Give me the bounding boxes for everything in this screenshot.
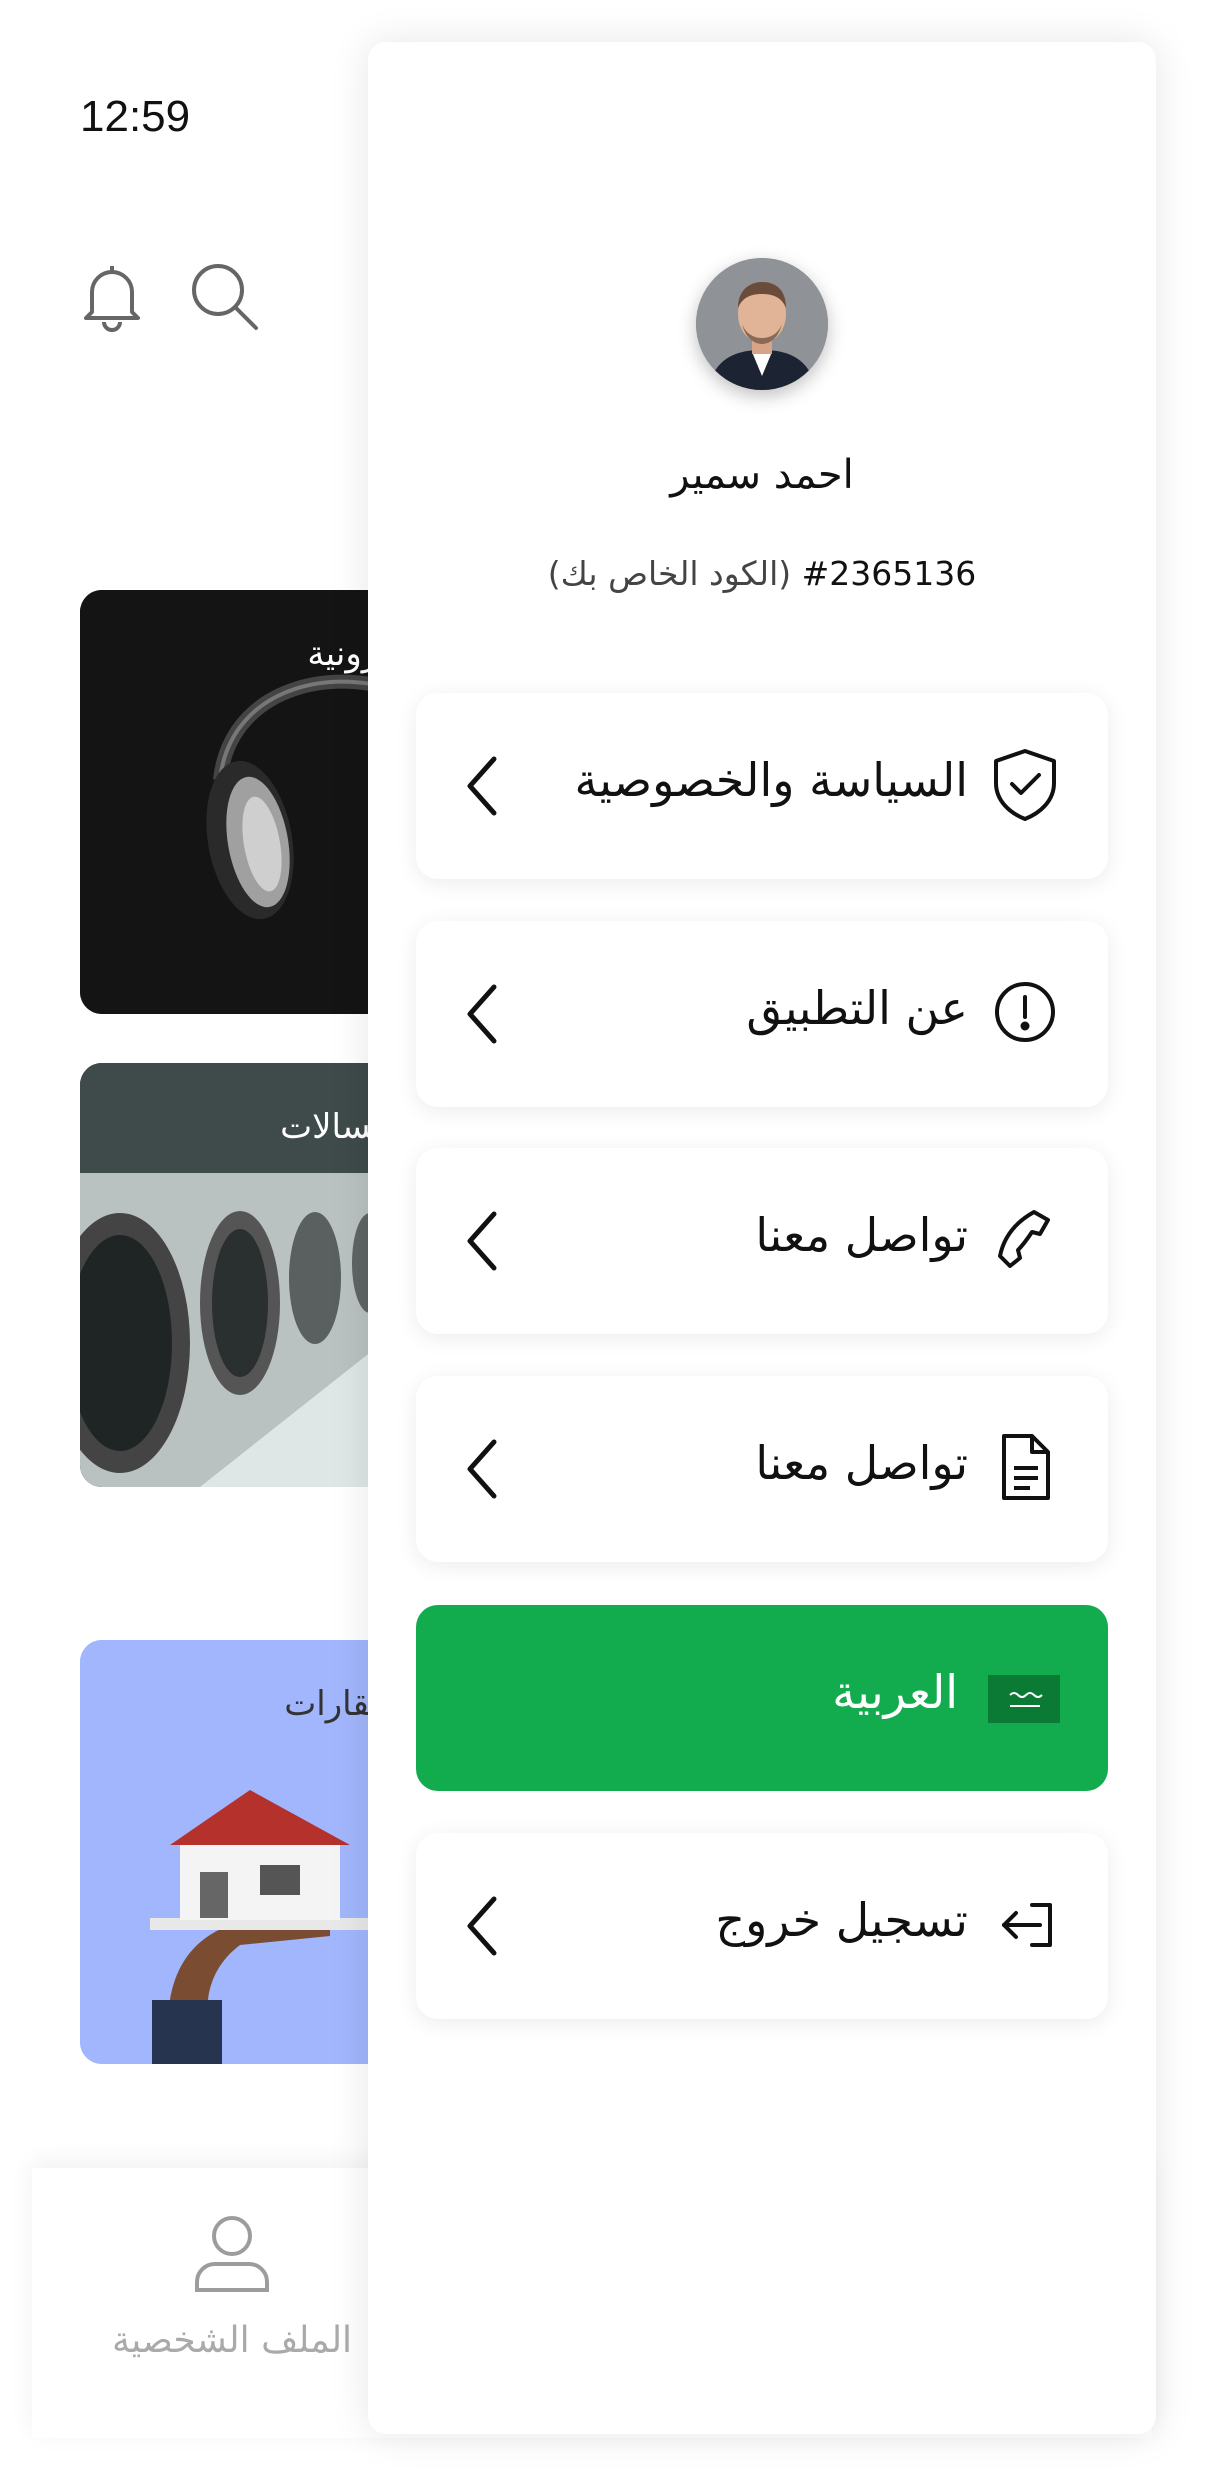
menu-item-logout[interactable]: تسجيل خروج <box>416 1833 1108 2019</box>
phone-icon <box>998 1210 1050 1268</box>
menu-item-label: السياسة والخصوصية <box>574 753 968 807</box>
logout-icon <box>1002 1903 1052 1947</box>
side-drawer: احمد سمير #2365136 (الكود الخاص بك) السي… <box>368 42 1156 2434</box>
user-code: #2365136 (الكود الخاص بك) <box>368 554 1156 593</box>
shield-check-icon <box>994 749 1056 821</box>
user-code-caption: (الكود الخاص بك) <box>547 554 792 593</box>
status-time: 12:59 <box>80 92 191 141</box>
user-name: احمد سمير <box>670 452 854 498</box>
menu-item-language-arabic[interactable]: العربية <box>416 1605 1108 1791</box>
profile-photo <box>696 258 828 390</box>
menu-item-label: عن التطبيق <box>746 981 968 1035</box>
saudi-flag-icon <box>988 1675 1060 1723</box>
chevron-left-icon <box>467 984 497 1044</box>
menu-item-contact-us-document[interactable]: تواصل معنا <box>416 1376 1108 1562</box>
bell-icon[interactable] <box>72 256 152 336</box>
nav-profile-label: الملف الشخصية <box>111 2320 353 2361</box>
nav-profile[interactable]: الملف الشخصية <box>82 2210 382 2361</box>
menu-item-label: تواصل معنا <box>755 1208 968 1262</box>
user-code-number: #2365136 <box>801 554 977 593</box>
menu-item-about-app[interactable]: عن التطبيق <box>416 921 1108 1107</box>
document-icon <box>1002 1434 1050 1500</box>
menu-item-label: تواصل معنا <box>755 1436 968 1490</box>
menu-item-label: تسجيل خروج <box>715 1893 968 1947</box>
chevron-left-icon <box>467 1896 497 1956</box>
menu-item-contact-us[interactable]: تواصل معنا <box>416 1148 1108 1334</box>
menu-item-label: العربية <box>832 1665 958 1719</box>
menu-item-privacy-policy[interactable]: السياسة والخصوصية <box>416 693 1108 879</box>
search-icon[interactable] <box>184 256 264 336</box>
chevron-left-icon <box>467 756 497 816</box>
info-circle-icon <box>995 982 1055 1042</box>
chevron-left-icon <box>467 1211 497 1271</box>
avatar[interactable] <box>696 258 828 390</box>
chevron-left-icon <box>467 1439 497 1499</box>
user-icon <box>195 2216 269 2292</box>
